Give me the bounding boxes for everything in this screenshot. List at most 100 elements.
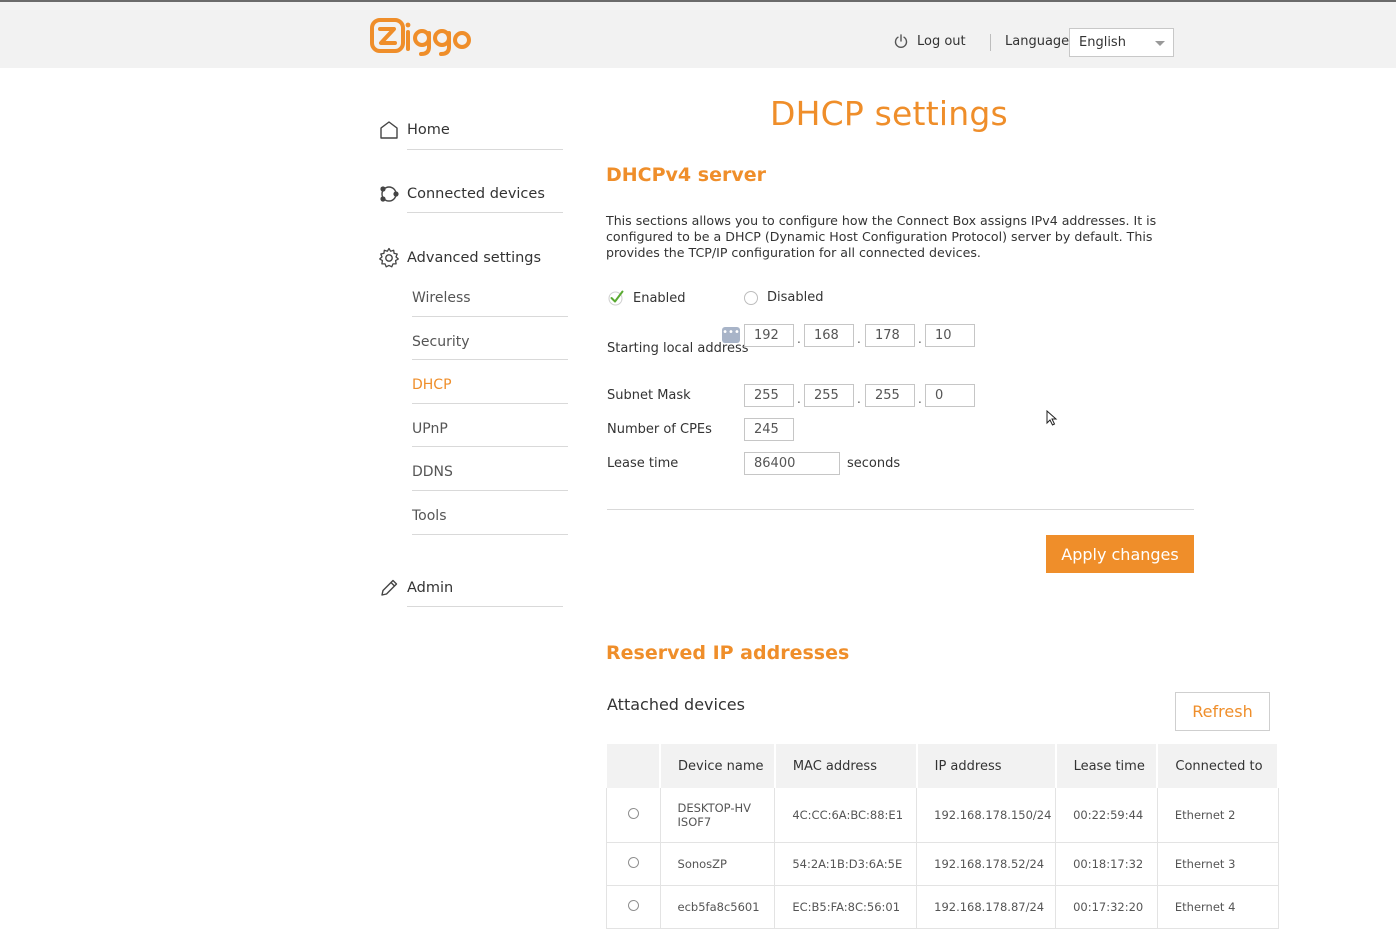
checkmark-icon: [608, 290, 624, 306]
apply-changes-button[interactable]: Apply changes: [1046, 535, 1194, 573]
subnet-octet-1-input[interactable]: 255: [744, 384, 794, 407]
divider: [412, 446, 568, 447]
logout-button[interactable]: Log out: [893, 33, 966, 49]
chevron-down-icon: [1155, 41, 1165, 46]
subnet-octet-2-input[interactable]: 255: [804, 384, 854, 407]
radio-disabled[interactable]: Disabled: [744, 290, 823, 305]
lease-unit-label: seconds: [847, 456, 901, 471]
mac-address-cell: 54:2A:1B:D3:6A:5E: [774, 842, 918, 886]
start-octet-3-input[interactable]: 178: [865, 324, 915, 347]
ip-address-cell: 192.168.178.150/24: [916, 788, 1057, 843]
column-ip-address: IP address: [916, 744, 1057, 788]
power-icon: [894, 34, 908, 48]
sidebar-item-home[interactable]: Home: [378, 119, 450, 141]
radio-disabled-label: Disabled: [767, 290, 824, 305]
row-select-cell: [606, 788, 661, 843]
row-radio[interactable]: [627, 807, 639, 819]
gear-icon: [379, 247, 399, 268]
divider: [412, 403, 568, 404]
sidebar-item-tools[interactable]: Tools: [412, 508, 447, 524]
pencil-icon: [381, 579, 398, 596]
subnet-mask-label: Subnet Mask: [607, 388, 691, 403]
octet-separator: .: [918, 392, 922, 406]
start-octet-2-input[interactable]: 168: [804, 324, 854, 347]
home-icon: [380, 121, 398, 139]
language-value: English: [1079, 35, 1126, 50]
sidebar-item-dhcp[interactable]: DHCP: [412, 377, 452, 393]
sidebar-item-ddns[interactable]: DDNS: [412, 464, 453, 480]
page-title: DHCP settings: [770, 94, 1008, 133]
column-connected-to: Connected to: [1157, 744, 1279, 788]
radio-enabled-label: Enabled: [633, 290, 686, 306]
table-row[interactable]: DESKTOP-HVISOF7 4C:CC:6A:BC:88:E1 192.16…: [606, 788, 1279, 843]
sidebar-item-label: Connected devices: [407, 186, 545, 202]
start-octet-4-input[interactable]: 10: [925, 324, 975, 347]
refresh-button[interactable]: Refresh: [1175, 692, 1270, 731]
ellipsis-icon: •••: [722, 327, 740, 343]
ip-address-cell: 192.168.178.87/24: [916, 885, 1057, 929]
device-name-cell: SonosZP: [660, 842, 776, 886]
device-name-cell: DESKTOP-HVISOF7: [660, 788, 776, 843]
sidebar-item-connected-devices[interactable]: Connected devices: [378, 183, 545, 205]
divider: [412, 359, 568, 360]
subnet-octet-3-input[interactable]: 255: [865, 384, 915, 407]
subnet-octet-4-input[interactable]: 0: [925, 384, 975, 407]
column-mac-address: MAC address: [774, 744, 918, 788]
divider: [407, 212, 563, 213]
sidebar-item-security[interactable]: Security: [412, 334, 470, 350]
starting-address-label: Starting local address: [607, 341, 749, 356]
connected-to-cell: Ethernet 3: [1157, 842, 1279, 886]
sidebar-item-wireless[interactable]: Wireless: [412, 290, 471, 306]
divider: [412, 490, 568, 491]
row-select-cell: [606, 842, 661, 886]
cpes-input[interactable]: 245: [744, 418, 794, 441]
radio-enabled[interactable]: Enabled: [608, 290, 686, 306]
header-divider: [990, 34, 991, 51]
radio-circle: [744, 290, 758, 305]
ziggo-logo[interactable]: ziggo: [370, 16, 472, 56]
language-select[interactable]: English: [1069, 28, 1174, 57]
cpes-label: Number of CPEs: [607, 422, 712, 437]
octet-separator: .: [918, 332, 922, 346]
start-octet-1-input[interactable]: 192: [744, 324, 794, 347]
logout-label: Log out: [917, 33, 966, 49]
octet-separator: .: [857, 392, 861, 406]
sidebar-item-label: Advanced settings: [407, 250, 542, 266]
sidebar-item-label: Home: [407, 122, 450, 138]
sidebar-item-admin[interactable]: Admin: [378, 577, 453, 599]
lease-time-label: Lease time: [607, 456, 679, 471]
divider: [412, 316, 568, 317]
table-row[interactable]: ecb5fa8c5601 EC:B5:FA:8C:56:01 192.168.1…: [606, 885, 1279, 929]
table-header-row: Device name MAC address IP address Lease…: [606, 744, 1279, 788]
table-row[interactable]: SonosZP 54:2A:1B:D3:6A:5E 192.168.178.52…: [606, 842, 1279, 886]
column-lease-time: Lease time: [1055, 744, 1159, 788]
sidebar-item-upnp[interactable]: UPnP: [412, 421, 448, 437]
octet-separator: .: [857, 332, 861, 346]
column-select: [606, 744, 662, 788]
section-title-dhcpv4: DHCPv4 server: [606, 164, 766, 186]
attached-devices-title: Attached devices: [607, 695, 745, 714]
divider: [407, 149, 563, 150]
mouse-cursor-icon: [1046, 410, 1058, 426]
top-bar: ziggo Log out Language English: [0, 0, 1396, 68]
mac-address-cell: EC:B5:FA:8C:56:01: [774, 885, 918, 929]
connected-to-cell: Ethernet 4: [1157, 885, 1279, 929]
sidebar-item-label: Admin: [407, 580, 454, 596]
section-divider: [607, 509, 1194, 510]
divider: [412, 534, 568, 535]
sidebar-item-advanced-settings[interactable]: Advanced settings: [378, 247, 541, 269]
ip-address-cell: 192.168.178.52/24: [916, 842, 1057, 886]
row-radio[interactable]: [627, 899, 639, 911]
row-radio[interactable]: [627, 856, 639, 868]
row-select-cell: [606, 885, 661, 929]
lease-time-cell: 00:17:32:20: [1055, 885, 1158, 929]
octet-separator: .: [797, 392, 801, 406]
section-title-reserved: Reserved IP addresses: [606, 642, 850, 664]
lease-time-input[interactable]: 86400: [744, 452, 840, 475]
octet-separator: .: [797, 332, 801, 346]
divider: [407, 606, 563, 607]
mac-address-cell: 4C:CC:6A:BC:88:E1: [774, 788, 918, 843]
column-device-name: Device name: [660, 744, 776, 788]
devices-icon: [380, 186, 399, 202]
language-label: Language: [1005, 34, 1070, 49]
